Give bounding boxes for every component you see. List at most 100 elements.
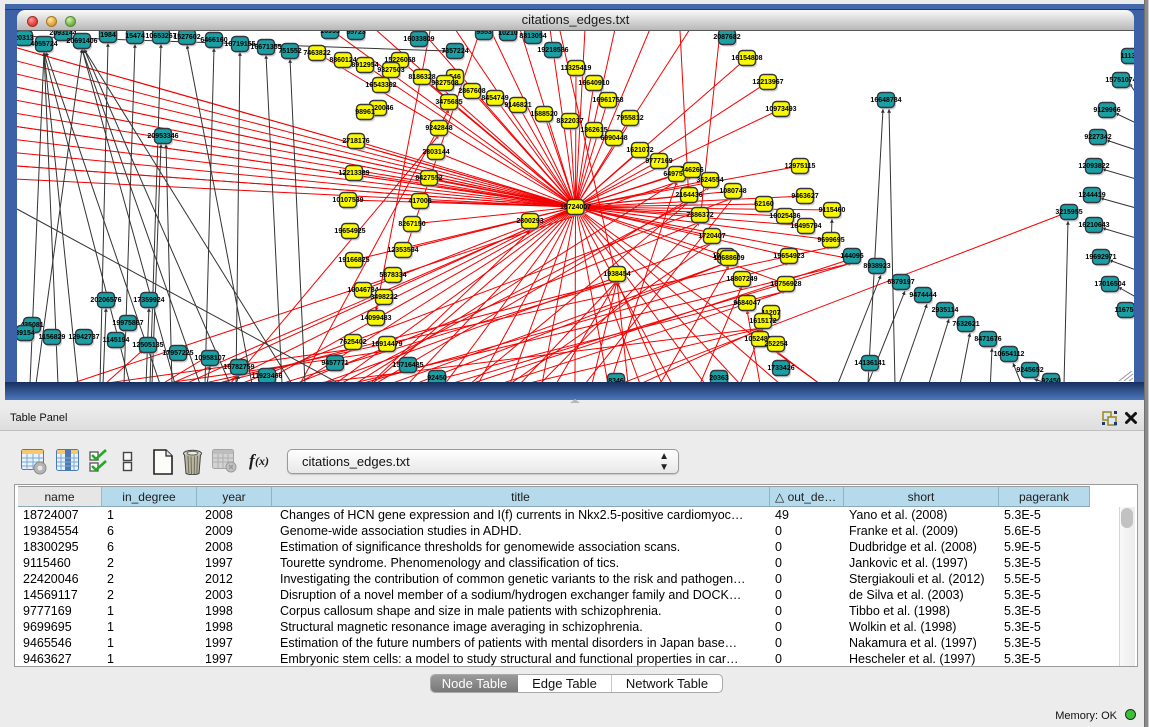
svg-text:10653267: 10653267 [145,33,176,40]
svg-text:19654925: 19654925 [334,228,365,235]
svg-text:11325419: 11325419 [561,65,592,72]
svg-text:10973493: 10973493 [765,106,796,113]
svg-text:16914479: 16914479 [371,341,402,348]
svg-text:5878334: 5878334 [379,272,406,279]
svg-text:2087682: 2087682 [713,34,740,41]
svg-text:18724007: 18724007 [560,204,591,211]
svg-text:3498222: 3498222 [370,294,397,301]
svg-text:16933: 16933 [320,31,340,35]
svg-text:144095: 144095 [840,253,863,260]
svg-text:2093144: 2093144 [49,31,76,37]
svg-text:751552: 751552 [278,48,301,55]
svg-text:18495794: 18495794 [790,223,821,230]
svg-text:17016504: 17016504 [1094,281,1125,288]
svg-text:9777169: 9777169 [645,158,672,165]
svg-text:1156829: 1156829 [39,334,66,341]
svg-text:8813054: 8813054 [519,33,546,40]
svg-text:10958107: 10958107 [194,355,225,362]
svg-text:16033809: 16033809 [403,36,434,43]
svg-text:8346: 8346 [608,378,624,382]
svg-text:116753: 116753 [1115,307,1134,314]
svg-text:(x): (x) [255,454,269,468]
svg-text:19692971: 19692971 [1085,254,1116,261]
svg-text:9129966: 9129966 [1093,107,1120,114]
svg-text:7357224: 7357224 [441,48,468,55]
svg-text:417006: 417006 [408,198,431,205]
svg-text:8912954: 8912954 [351,62,378,69]
svg-text:12942737: 12942737 [68,334,99,341]
svg-text:1244419: 1244419 [1078,192,1105,199]
svg-text:9684047: 9684047 [733,300,760,307]
svg-text:3624554: 3624554 [696,177,723,184]
svg-text:10756928: 10756928 [770,281,801,288]
svg-text:7955812: 7955812 [616,115,643,122]
svg-text:3475685: 3475685 [435,99,462,106]
svg-text:1588520: 1588520 [530,111,557,118]
svg-text:8454749: 8454749 [481,95,508,102]
svg-text:9699695: 9699695 [817,237,844,244]
svg-text:20363: 20363 [709,375,729,382]
svg-text:14099483: 14099483 [360,315,391,322]
svg-text:19975867: 19975867 [112,320,143,327]
svg-text:92450: 92450 [427,375,447,382]
svg-text:9327503: 9327503 [377,67,404,74]
svg-text:7463822: 7463822 [303,50,330,57]
svg-text:12505135: 12505135 [132,342,163,349]
svg-text:6879197: 6879197 [887,279,914,286]
svg-text:9327508: 9327508 [431,80,458,87]
svg-text:1145194: 1145194 [103,337,130,344]
svg-text:9463627: 9463627 [791,193,818,200]
svg-text:16543362: 16543362 [365,82,396,89]
svg-text:9457771: 9457771 [321,360,348,367]
svg-text:92450: 92450 [1041,378,1061,382]
svg-text:16782759: 16782759 [223,364,254,371]
svg-text:55723: 55723 [346,31,366,36]
svg-text:2164436: 2164436 [675,192,702,199]
svg-text:12213389: 12213389 [338,170,369,177]
svg-text:62160: 62160 [754,201,774,208]
svg-text:20953346: 20953346 [147,133,178,140]
svg-text:98961: 98961 [355,109,375,116]
svg-text:2935114: 2935114 [932,307,959,314]
svg-text:252254: 252254 [764,341,787,348]
svg-text:16961758: 16961758 [592,97,623,104]
svg-text:10046784: 10046784 [347,287,378,294]
svg-text:9242848: 9242848 [425,125,452,132]
svg-text:7632621: 7632621 [952,321,979,328]
svg-text:11923466: 11923466 [252,373,283,380]
svg-text:11132: 11132 [1121,53,1134,60]
svg-text:8471676: 8471676 [974,336,1001,343]
svg-text:2300293: 2300293 [516,218,543,225]
svg-text:1938454: 1938454 [603,271,630,278]
svg-text:12213967: 12213967 [752,79,783,86]
svg-text:18807249: 18807249 [726,276,757,283]
svg-text:4055724: 4055724 [30,41,57,48]
svg-text:9146821: 9146821 [504,102,531,109]
svg-text:1527602: 1527602 [173,34,200,41]
svg-text:8267150: 8267150 [398,221,425,228]
svg-text:19218586: 19218586 [537,47,568,54]
svg-text:10210: 10210 [498,31,518,37]
svg-text:8322037: 8322037 [556,118,583,125]
svg-text:17957225: 17957225 [162,350,193,357]
svg-text:3215955: 3215955 [1055,209,1082,216]
svg-text:7386372: 7386372 [686,212,713,219]
svg-text:1615172: 1615172 [749,318,776,325]
svg-text:20206576: 20206576 [90,297,121,304]
svg-text:12353594: 12353594 [387,247,418,254]
svg-text:12093822: 12093822 [1078,163,1109,170]
svg-text:16640910: 16640910 [578,80,609,87]
svg-text:2803144: 2803144 [422,149,449,156]
svg-text:10654112: 10654112 [994,351,1025,358]
svg-text:9115460: 9115460 [819,207,846,214]
svg-text:10107539: 10107539 [332,197,363,204]
svg-text:39154: 39154 [17,330,35,337]
svg-text:19654923: 19654923 [773,253,804,260]
svg-text:16154808: 16154808 [731,55,762,62]
svg-text:19166825: 19166825 [338,257,369,264]
svg-text:746266: 746266 [680,167,703,174]
svg-text:15474: 15474 [125,33,145,40]
svg-text:9474444: 9474444 [909,292,936,299]
svg-text:17359924: 17359924 [133,297,164,304]
svg-text:7625402: 7625402 [339,339,366,346]
